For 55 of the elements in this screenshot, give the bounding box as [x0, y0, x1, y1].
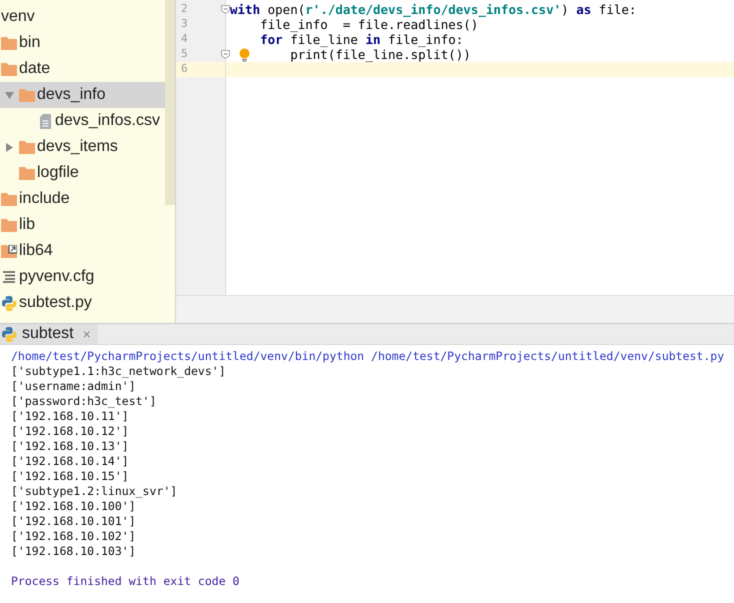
fold-marker-icon[interactable]: [221, 50, 230, 59]
tree-item[interactable]: devs_items: [0, 134, 165, 160]
code-line: print(file_line.split()): [290, 47, 471, 62]
console-line: ['192.168.10.103']: [11, 544, 136, 559]
console-line: ['192.168.10.11']: [11, 409, 129, 424]
console-line: ['192.168.10.101']: [11, 514, 136, 529]
collapsed-arrow-icon[interactable]: [4, 142, 14, 152]
console-line: ['username:admin']: [11, 379, 136, 394]
line-number: 4: [181, 31, 188, 48]
folder-icon: [1, 62, 17, 76]
scrollbar[interactable]: [165, 0, 175, 205]
tree-item[interactable]: logfile: [0, 160, 165, 186]
text-file-icon: [40, 114, 50, 128]
tree-item[interactable]: include: [0, 186, 165, 212]
fold-marker-icon[interactable]: [221, 5, 230, 14]
tree-item[interactable]: pyvenv.cfg: [0, 264, 165, 290]
tree-item[interactable]: devs_infos.csv: [0, 108, 165, 134]
folder-icon: [1, 36, 17, 50]
console-line: ['192.168.10.12']: [11, 424, 129, 439]
console-line: Process finished with exit code 0: [11, 574, 240, 589]
folder-icon: [1, 218, 17, 232]
console-line: ['subtype1.2:linux_svr']: [11, 484, 178, 499]
lightbulb-icon[interactable]: [239, 48, 250, 62]
code-line: for file_line in file_info:: [260, 32, 464, 47]
run-tab[interactable]: subtest ×: [0, 324, 98, 344]
console-line: ['192.168.10.100']: [11, 499, 136, 514]
console-line: ['192.168.10.102']: [11, 529, 136, 544]
tree-item[interactable]: date: [0, 56, 165, 82]
folder-icon: [19, 140, 35, 154]
python-file-icon: [2, 296, 16, 310]
line-number: 5: [181, 46, 188, 62]
console-line: ['subtype1.1:h3c_network_devs']: [11, 364, 226, 379]
line-number: 3: [181, 16, 188, 32]
tree-item[interactable]: bin: [0, 30, 165, 56]
tree-item[interactable]: devs_info: [0, 82, 165, 108]
console-line: ['192.168.10.13']: [11, 439, 129, 454]
folder-icon: [19, 88, 35, 102]
lines-icon: [3, 271, 15, 283]
expanded-arrow-icon[interactable]: [4, 90, 14, 100]
folder-icon: [19, 166, 35, 180]
line-number: 2: [181, 1, 188, 18]
line-number: 6: [181, 61, 188, 78]
tree-item[interactable]: lib64: [0, 238, 165, 264]
code-line: with open(r'./date/devs_info/devs_infos.csv') as file:: [230, 2, 636, 17]
code-line: file_info = file.readlines(): [260, 17, 478, 32]
python-file-icon: [2, 326, 17, 342]
tree-item[interactable]: lib: [0, 212, 165, 238]
folder-shortcut-icon: [1, 244, 17, 258]
console-line: ['password:h3c_test']: [11, 394, 156, 409]
console-line: ['192.168.10.15']: [11, 469, 129, 484]
tree-item[interactable]: venv: [0, 4, 165, 30]
console-line: ['192.168.10.14']: [11, 454, 129, 469]
tree-item[interactable]: subtest.py: [0, 290, 165, 316]
console-line: /home/test/PycharmProjects/untitled/venv/bin/python /home/test/PycharmProjects/untitled/venv/subtest.py: [11, 349, 724, 364]
folder-icon: [1, 192, 17, 206]
